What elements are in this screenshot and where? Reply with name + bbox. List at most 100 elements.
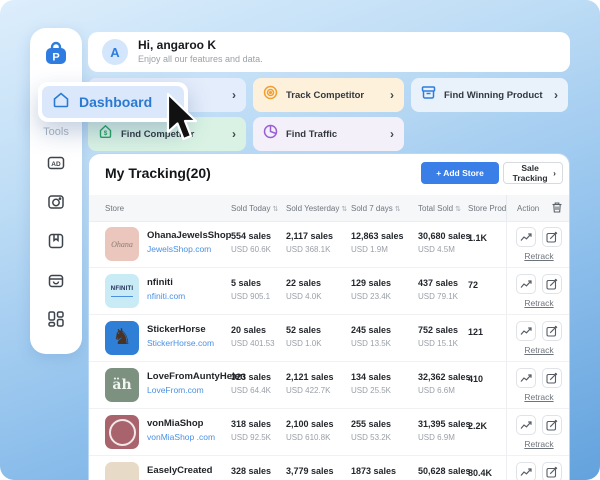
sales-cell: 2,121 salesUSD 422.7K [286, 372, 334, 395]
chevron-right-icon: › [390, 88, 394, 102]
sales-cell: 12,863 salesUSD 1.9M [351, 231, 404, 254]
store-link[interactable]: LoveFrom.com [147, 385, 204, 395]
app-logo-icon: P [42, 39, 70, 72]
ad-icon[interactable]: AD [47, 154, 65, 172]
chart-icon[interactable] [516, 227, 536, 247]
store-link[interactable]: StickerHorse.com [147, 338, 214, 348]
chart-icon[interactable] [516, 415, 536, 435]
store-name: vonMiaShop [147, 418, 203, 429]
chart-icon[interactable] [516, 321, 536, 341]
retrack-link[interactable]: Retrack [507, 298, 569, 308]
sort-icon: ⇅ [341, 205, 347, 213]
retrack-link[interactable]: Retrack [507, 251, 569, 261]
nav-card-find-winning-product[interactable]: Find Winning Product › [411, 78, 568, 112]
chevron-right-icon: › [554, 88, 558, 102]
greeting-subtitle: Enjoy all our features and data. [138, 54, 263, 64]
usd-value: USD 368.1K [286, 245, 333, 254]
chart-icon[interactable] [516, 368, 536, 388]
edit-icon[interactable] [542, 462, 562, 480]
column-header-total-sold[interactable]: Total Sold⇅ [418, 204, 461, 213]
retrack-link[interactable]: Retrack [507, 392, 569, 402]
store-avatar: NFINITI [105, 274, 139, 308]
nav-card-track-competitor[interactable]: Track Competitor › [253, 78, 404, 112]
app-screen: P Tools AD [0, 0, 600, 480]
usd-value: USD 64.4K [231, 386, 271, 395]
dashboard-label: Dashboard [79, 94, 152, 110]
store-link[interactable]: vonMiaShop .com [147, 432, 215, 442]
usd-value: USD 1.9M [351, 245, 404, 254]
usd-value: USD 13.5K [351, 339, 391, 348]
action-cell: Retrack [506, 268, 569, 314]
store-avatar: ♞ [105, 321, 139, 355]
usd-value: USD 6.9M [418, 433, 471, 442]
sales-cell: 554 salesUSD 60.6K [231, 231, 271, 254]
usd-value: USD 6.6M [418, 386, 471, 395]
dollar-tag-icon: $ [98, 124, 113, 144]
edit-icon[interactable] [542, 321, 562, 341]
sales-cell: 318 salesUSD 92.5K [231, 419, 271, 442]
pie-chart-icon [263, 124, 278, 144]
column-header-sold-today[interactable]: Sold Today⇅ [231, 204, 278, 213]
usd-value: USD 4.0K [286, 292, 322, 301]
store-products-value: 1.1K [468, 233, 487, 243]
sales-cell: 52 salesUSD 1.0K [286, 325, 322, 348]
sales-cell: 1873 salesUSD 17.3K [351, 466, 396, 480]
apps-icon[interactable] [47, 310, 65, 328]
retrack-link[interactable]: Retrack [507, 439, 569, 449]
store-name: EaselyCreated [147, 465, 212, 476]
sidebar: P Tools AD [30, 28, 82, 354]
nav-card-find-traffic[interactable]: Find Traffic › [253, 117, 404, 151]
store-name: OhanaJewelsShop [147, 230, 231, 241]
store-products-value: 80.4K [468, 468, 492, 478]
sales-cell: 2,117 salesUSD 368.1K [286, 231, 333, 254]
bookmark-icon[interactable] [47, 232, 65, 250]
usd-value: USD 401.53 [231, 339, 275, 348]
edit-icon[interactable] [542, 415, 562, 435]
target-icon [263, 85, 278, 105]
retrack-link[interactable]: Retrack [507, 345, 569, 355]
column-header-sold-yesterday[interactable]: Sold Yesterday⇅ [286, 204, 347, 213]
edit-icon[interactable] [542, 368, 562, 388]
usd-value: USD 422.7K [286, 386, 334, 395]
action-cell: Retrack [506, 315, 569, 361]
table-row: ♞ StickerHorse StickerHorse.com 20 sales… [89, 315, 569, 362]
edit-icon[interactable] [542, 227, 562, 247]
store-link[interactable]: nfiniti.com [147, 291, 185, 301]
usd-value: USD 25.5K [351, 386, 391, 395]
action-cell: Retrack [506, 362, 569, 408]
chart-icon[interactable] [516, 274, 536, 294]
greeting-card: A Hi, angaroo K Enjoy all our features a… [88, 32, 570, 72]
chevron-right-icon: › [232, 127, 236, 141]
sales-cell: 245 salesUSD 13.5K [351, 325, 391, 348]
usd-value: USD 60.6K [231, 245, 271, 254]
shop-bag-icon[interactable] [47, 271, 65, 289]
product-box-icon [421, 85, 436, 105]
column-header-store-products: Store Products [468, 204, 506, 213]
chart-icon[interactable] [516, 462, 536, 480]
usd-value: USD 53.2K [351, 433, 391, 442]
sales-cell: 32,362 salesUSD 6.6M [418, 372, 471, 395]
product-scan-icon[interactable] [47, 193, 65, 211]
usd-value: USD 79.1K [418, 292, 458, 301]
sales-cell: 2,100 salesUSD 610.8K [286, 419, 334, 442]
column-header-sold-7days[interactable]: Sold 7 days⇅ [351, 204, 401, 213]
action-cell: Retrack [506, 221, 569, 267]
trash-icon[interactable] [551, 201, 563, 217]
usd-value: USD 23.4K [351, 292, 391, 301]
sales-cell: 129 salesUSD 23.4K [351, 278, 391, 301]
store-avatar: Ohana [105, 227, 139, 261]
table-row: vonMiaShop vonMiaShop .com 318 salesUSD … [89, 409, 569, 456]
sale-tracking-button[interactable]: Sale Tracking › [503, 162, 563, 184]
sales-cell: 22 salesUSD 4.0K [286, 278, 322, 301]
my-tracking-panel: My Tracking(20) + Add Store Sale Trackin… [88, 153, 570, 480]
store-products-value: 72 [468, 280, 478, 290]
add-store-button[interactable]: + Add Store [421, 162, 499, 184]
sales-cell: 437 salesUSD 79.1K [418, 278, 458, 301]
svg-text:P: P [52, 52, 59, 64]
edit-icon[interactable] [542, 274, 562, 294]
sales-cell: 3,779 salesUSD 165.7K [286, 466, 334, 480]
column-header-action: Action [506, 195, 571, 221]
sort-icon: ⇅ [395, 205, 401, 213]
table-row: Ohana OhanaJewelsShop JewelsShop.com 554… [89, 221, 569, 268]
store-link[interactable]: JewelsShop.com [147, 244, 211, 254]
